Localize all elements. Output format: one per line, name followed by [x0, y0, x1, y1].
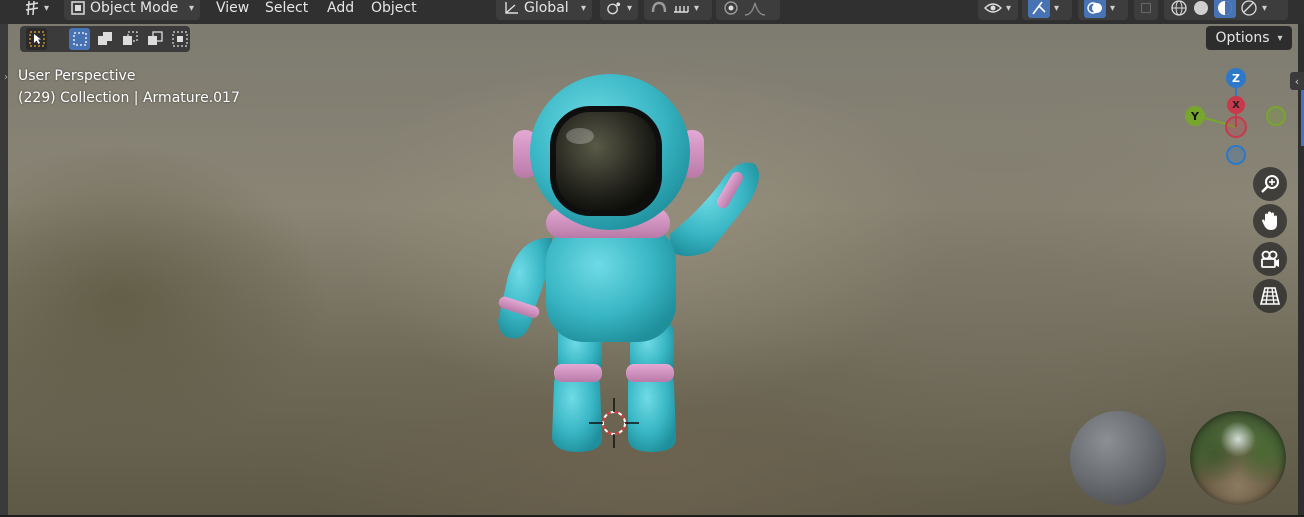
chevron-down-icon: ▾ [1277, 32, 1283, 44]
hdri-preview-sphere [1190, 411, 1286, 505]
select-tool-button[interactable] [26, 28, 47, 50]
proportional-edit-icon [724, 1, 738, 15]
grid-perspective-icon [1259, 287, 1281, 305]
toolbar-expand-arrow[interactable]: › [4, 72, 8, 83]
editor-type-button[interactable]: ▾ [18, 0, 56, 20]
xray-toggle[interactable] [1134, 0, 1158, 20]
overlays-toggle-group[interactable]: ▾ [1078, 0, 1128, 20]
z-axis-label: Z [1232, 71, 1240, 85]
menu-select[interactable]: Select [265, 0, 308, 20]
select-difference-button[interactable] [144, 28, 165, 50]
snap-increment-icon [674, 6, 689, 13]
pivot-point-dropdown[interactable]: ▾ [600, 0, 638, 20]
hand-pan-icon [1262, 211, 1277, 230]
camera-icon [1261, 250, 1279, 268]
separator-text: | [133, 90, 139, 106]
view-name-text: User Perspective [18, 68, 136, 84]
mode-label: Object Mode [90, 0, 179, 16]
orientation-axes-icon [505, 2, 518, 14]
gizmo-neg-x-axis[interactable] [1225, 116, 1247, 138]
pivot-icon [607, 2, 621, 15]
chevron-down-icon: ▾ [1262, 2, 1268, 14]
chevron-down-icon: ▾ [580, 2, 586, 14]
options-label: Options [1215, 30, 1270, 46]
torso [546, 224, 676, 342]
x-axis-label: X [1232, 99, 1240, 111]
collection-info: (229) Collection | Armature.017 [18, 87, 240, 109]
matcap-preview-sphere [1070, 411, 1166, 505]
viewport-info-overlay: User Perspective (229) Collection | Arma… [18, 65, 240, 109]
wireframe-shading-icon[interactable] [1170, 0, 1188, 17]
gizmo-toggle-group[interactable]: ▾ [1022, 0, 1072, 20]
select-difference-icon [147, 31, 163, 45]
cursor-arrow-icon [28, 31, 45, 47]
chevron-down-icon: ▾ [1110, 2, 1116, 14]
gizmo-neg-y-axis[interactable] [1266, 106, 1286, 126]
solid-shading-icon[interactable] [1192, 0, 1210, 17]
options-dropdown[interactable]: Options ▾ [1206, 26, 1292, 50]
grid-editor-icon [25, 0, 39, 16]
chevron-down-icon: ▾ [626, 2, 632, 14]
select-mode-toolbar [20, 26, 190, 52]
left-region-edge[interactable] [0, 24, 8, 517]
collection-text: (229) Collection [18, 90, 130, 106]
zoom-icon [1261, 175, 1279, 193]
gizmo-icon[interactable] [1028, 0, 1050, 18]
select-new-button[interactable] [69, 28, 90, 50]
select-subtract-icon [122, 31, 138, 45]
material-preview-shading-icon[interactable] [1214, 0, 1236, 18]
snapping-group[interactable]: ▾ [644, 0, 712, 20]
pan-button[interactable] [1253, 204, 1287, 238]
select-intersect-icon [171, 31, 188, 47]
left-arm [498, 237, 552, 339]
sidebar-expand-arrow[interactable]: ‹ [1290, 72, 1304, 90]
mode-dropdown[interactable]: Object Mode ▾ [64, 0, 200, 20]
navigation-gizmo[interactable]: Z X Y [1180, 64, 1290, 174]
magnet-icon [651, 1, 667, 13]
falloff-curve-icon [744, 2, 766, 16]
select-extend-icon [97, 32, 112, 45]
visibility-dropdown[interactable]: ▾ [978, 0, 1018, 20]
gizmo-y-axis[interactable]: Y [1185, 106, 1205, 126]
viewport-header: ▾ Object Mode ▾ View Select Add Object G… [0, 0, 1304, 24]
chevron-down-icon: ▾ [1054, 2, 1060, 14]
3d-cursor[interactable] [589, 398, 639, 448]
zoom-button[interactable] [1253, 167, 1287, 201]
xray-icon [1140, 2, 1152, 14]
gizmo-x-axis[interactable]: X [1227, 96, 1245, 114]
object-name-text: Armature.017 [142, 90, 240, 106]
select-new-icon [72, 32, 87, 46]
left-boot-cuff [554, 364, 602, 382]
orientation-label: Global [524, 0, 569, 16]
chevron-down-icon: ▾ [1006, 2, 1012, 14]
proportional-editing-group[interactable] [716, 0, 780, 20]
gizmo-neg-z-axis[interactable] [1226, 145, 1246, 165]
rendered-shading-icon[interactable] [1240, 0, 1258, 17]
visor-reflection [556, 112, 656, 210]
object-mode-icon [71, 1, 85, 15]
menu-object[interactable]: Object [371, 0, 417, 20]
right-boot-cuff [626, 364, 674, 382]
select-extend-button[interactable] [94, 28, 115, 50]
chevron-down-icon: ▾ [694, 2, 700, 14]
gizmo-z-axis[interactable]: Z [1226, 68, 1246, 88]
select-subtract-button[interactable] [119, 28, 140, 50]
overlays-icon[interactable] [1084, 0, 1106, 18]
chevron-down-icon: ▾ [44, 2, 50, 14]
transform-orientation-dropdown[interactable]: Global ▾ [496, 0, 592, 20]
chevron-down-icon: ▾ [188, 2, 194, 14]
perspective-toggle-button[interactable] [1253, 279, 1287, 313]
y-axis-label: Y [1191, 109, 1199, 123]
select-intersect-button[interactable] [169, 28, 190, 50]
shading-mode-group[interactable]: ▾ [1164, 0, 1288, 20]
eye-pointer-icon [984, 3, 1002, 13]
camera-view-button[interactable] [1253, 242, 1287, 276]
menu-view[interactable]: View [216, 0, 249, 20]
menu-add[interactable]: Add [327, 0, 354, 20]
visor-highlight [566, 128, 594, 144]
